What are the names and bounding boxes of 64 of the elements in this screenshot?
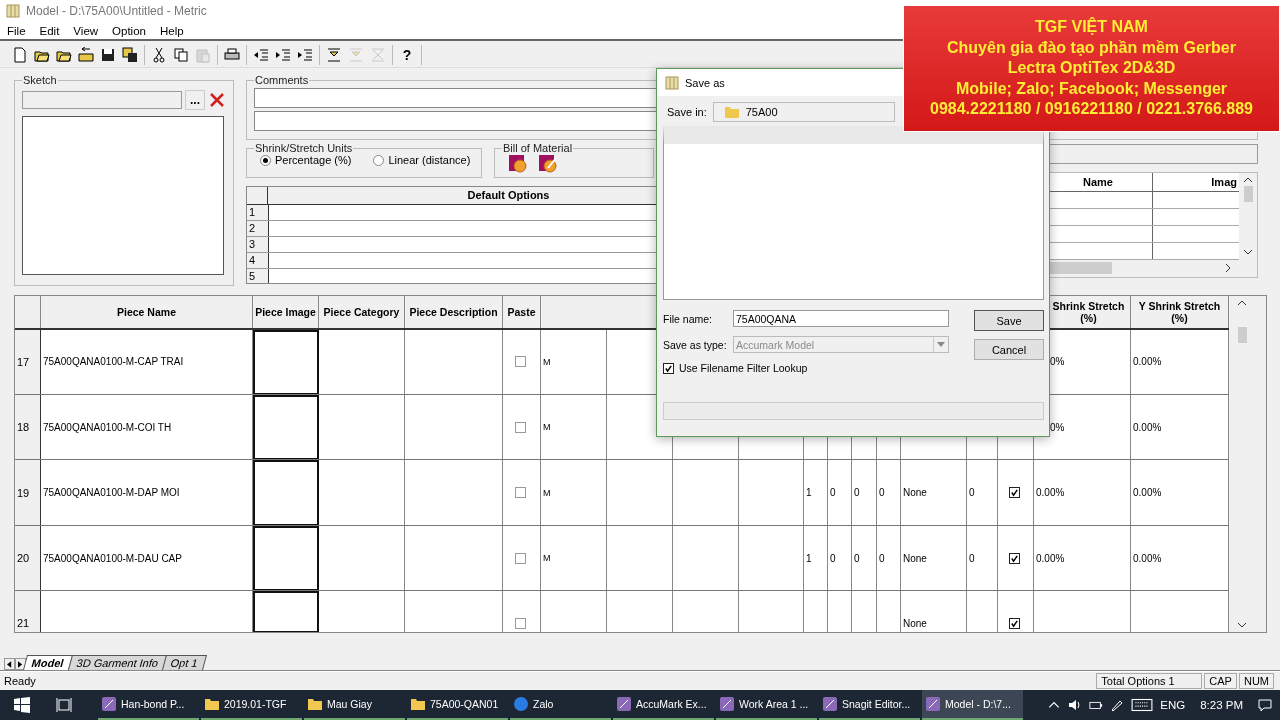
status-text: Ready bbox=[4, 675, 37, 688]
table-cell: M bbox=[543, 422, 551, 433]
column-header: Imag bbox=[1210, 175, 1238, 191]
table-cell: 0% bbox=[1050, 421, 1065, 433]
row-number: 17 bbox=[15, 329, 41, 394]
table-cell: 0 bbox=[969, 552, 975, 564]
table-cell: None bbox=[903, 487, 927, 499]
column-header: Piece Description bbox=[405, 295, 503, 328]
row-number: 20 bbox=[15, 525, 41, 591]
row-number: 18 bbox=[15, 394, 41, 460]
table-cell: 0 bbox=[969, 487, 975, 499]
table-cell: 0 bbox=[854, 552, 860, 564]
table-cell: 0 bbox=[879, 552, 885, 564]
table-cell: 75A00QANA0100-M-COI TH bbox=[43, 421, 172, 433]
table-cell: 75A00QANA0100-M-DAP MOI bbox=[43, 487, 180, 499]
row-number: 4 bbox=[247, 253, 269, 269]
table-cell: None bbox=[903, 552, 927, 564]
table-cell: 1 bbox=[806, 552, 812, 564]
table-cell: 0.00% bbox=[1036, 487, 1065, 499]
table-cell: 75A00QANA0100-M-CAP TRAI bbox=[43, 356, 184, 368]
row-number: 2 bbox=[247, 221, 269, 237]
dialog-title: Save as bbox=[685, 76, 725, 89]
row-number: 5 bbox=[247, 269, 269, 284]
column-header: Paste bbox=[503, 295, 541, 328]
column-header: Piece Name bbox=[41, 295, 253, 328]
group-label: Comments bbox=[254, 74, 310, 87]
banner-text: Chuyên gia đào tạo phần mềm Gerber bbox=[947, 37, 1236, 58]
table-cell: 0.00% bbox=[1133, 487, 1162, 499]
group-label: Sketch bbox=[22, 74, 58, 87]
table-cell: 0.00% bbox=[1133, 421, 1162, 433]
table-cell: 0.00% bbox=[1133, 552, 1162, 564]
table-cell: M bbox=[543, 487, 551, 498]
table-cell: 0% bbox=[1050, 356, 1065, 368]
table-cell: 0 bbox=[854, 487, 860, 499]
status-text: Total Options 1 bbox=[1096, 673, 1203, 690]
table-cell: M bbox=[543, 553, 551, 563]
field-label: File name: bbox=[663, 312, 714, 325]
table-cell: 0.00% bbox=[1133, 356, 1162, 368]
window-title: Model - D:\75A00\Untitled - Metric bbox=[26, 3, 207, 18]
banner-text: 0984.2221180 / 0916221180 / 0221.3766.889 bbox=[930, 99, 1253, 120]
banner-text: TGF VIỆT NAM bbox=[1035, 17, 1148, 38]
table-cell: 0 bbox=[879, 487, 885, 499]
table-cell: 0 bbox=[830, 487, 836, 499]
row-number: 3 bbox=[247, 237, 269, 253]
banner-text: Lectra OptiTex 2D&3D bbox=[1007, 58, 1176, 79]
group-label: Shrink/Stretch Units bbox=[254, 142, 354, 155]
caps-indicator: CAP bbox=[1204, 673, 1237, 690]
group-label: Bill of Material bbox=[502, 142, 574, 155]
num-indicator: NUM bbox=[1238, 673, 1274, 690]
table-cell: 0.00% bbox=[1036, 552, 1065, 564]
field-label: Save as type: bbox=[663, 338, 728, 351]
table-cell: M bbox=[543, 356, 551, 367]
column-header: Piece Image bbox=[253, 295, 319, 328]
row-number: 1 bbox=[247, 205, 269, 221]
table-cell: 75A00QANA0100-M-DAU CAP bbox=[43, 552, 182, 564]
table-cell: None bbox=[903, 617, 927, 629]
table-cell: 0 bbox=[830, 552, 836, 564]
column-header: Y Shrink Stretch (%) bbox=[1131, 295, 1229, 328]
banner-text: Mobile; Zalo; Facebook; Messenger bbox=[955, 78, 1228, 99]
row-number: 19 bbox=[15, 460, 41, 525]
table-cell: 1 bbox=[806, 487, 812, 499]
row-number: 21 bbox=[15, 591, 41, 632]
field-label: Save in: bbox=[667, 106, 707, 118]
column-header: Piece Category bbox=[319, 295, 405, 328]
